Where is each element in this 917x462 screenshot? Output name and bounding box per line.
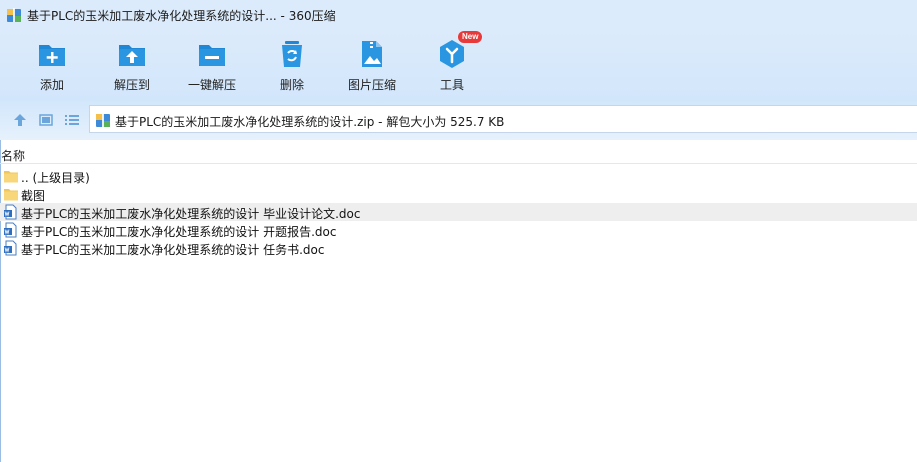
extract-folder-icon [119,45,145,66]
file-name: .. (上级目录) [21,171,90,185]
image-compress-icon [362,41,382,67]
file-name: 基于PLC的玉米加工废水净化处理系统的设计 开题报告.doc [21,225,337,239]
list-item-parent-dir[interactable]: .. (上级目录) [0,167,917,185]
one-click-extract-icon [199,45,225,66]
address-row: 基于PLC的玉米加工废水净化处理系统的设计.zip - 解包大小为 525.7 … [0,100,917,140]
delete-button[interactable]: 删除 [250,36,334,96]
list-item-screenshots-folder[interactable]: 截图 [0,185,917,203]
word-doc-icon [4,204,17,220]
add-button[interactable]: 添加 [10,36,94,96]
window-title: 基于PLC的玉米加工废水净化处理系统的设计... - 360压缩 [27,9,336,23]
folder-icon [4,171,18,183]
zip-file-icon [96,113,110,127]
new-badge: New [458,31,483,43]
column-header[interactable]: 名称 [0,144,917,164]
toolbar: 添加 解压到 一键解压 删除 图片压缩 New 工具 [0,30,917,100]
file-name: 基于PLC的玉米加工废水净化处理系统的设计 任务书.doc [21,243,325,257]
recycle-bin-icon [282,41,302,67]
up-arrow-icon[interactable] [12,112,28,128]
list-item-proposal-doc[interactable]: 基于PLC的玉米加工废水净化处理系统的设计 开题报告.doc [0,221,917,239]
delete-label: 删除 [279,78,304,92]
file-name: 截图 [21,189,46,203]
one-click-extract-button[interactable]: 一键解压 [170,36,254,96]
extract-to-button[interactable]: 解压到 [90,36,174,96]
add-label: 添加 [39,78,64,92]
address-bar[interactable]: 基于PLC的玉米加工废水净化处理系统的设计.zip - 解包大小为 525.7 … [89,105,917,133]
extract-to-label: 解压到 [113,78,150,92]
word-doc-icon [4,240,17,256]
name-column-header[interactable]: 名称 [1,147,25,164]
archive-path: 基于PLC的玉米加工废水净化处理系统的设计.zip - 解包大小为 525.7 … [115,115,505,129]
one-click-extract-label: 一键解压 [187,78,236,92]
word-doc-icon [4,222,17,238]
image-compress-button[interactable]: 图片压缩 [330,36,414,96]
thumbnail-view-icon[interactable] [38,112,54,128]
title-bar: 基于PLC的玉米加工废水净化处理系统的设计... - 360压缩 [0,0,917,30]
file-name: 基于PLC的玉米加工废水净化处理系统的设计 毕业设计论文.doc [21,207,361,221]
archive-icon [7,8,21,22]
list-item-thesis-doc[interactable]: 基于PLC的玉米加工废水净化处理系统的设计 毕业设计论文.doc [0,203,917,221]
list-view-icon[interactable] [64,112,80,128]
list-item-assignment-doc[interactable]: 基于PLC的玉米加工废水净化处理系统的设计 任务书.doc [0,239,917,257]
tools-label: 工具 [439,78,464,92]
add-folder-icon [39,45,65,66]
tools-button[interactable]: New 工具 [410,31,494,96]
folder-icon [4,189,18,201]
image-compress-label: 图片压缩 [347,78,396,92]
